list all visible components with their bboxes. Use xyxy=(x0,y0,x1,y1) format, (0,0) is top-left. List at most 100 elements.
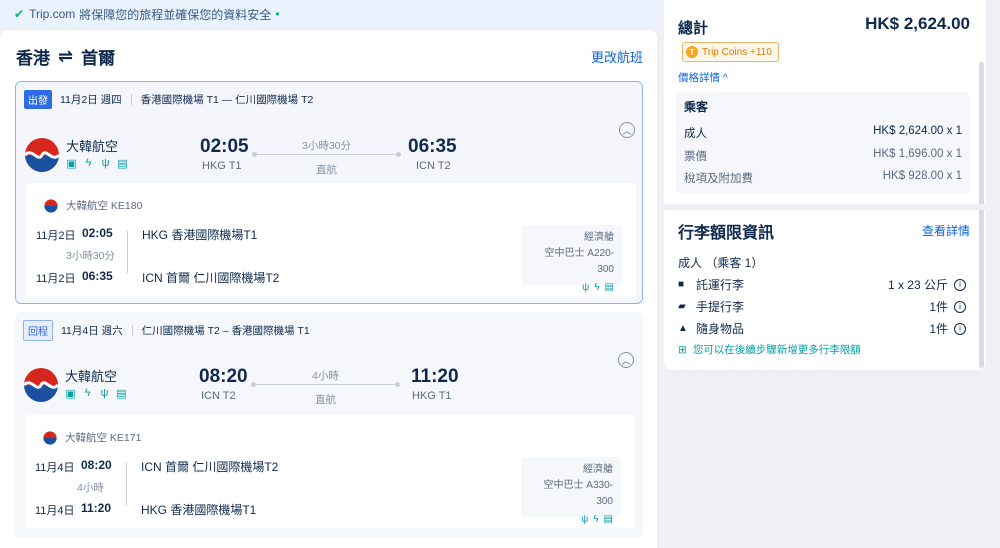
detail-dep-port: HKG 香港國際機場T1 xyxy=(142,228,258,242)
departure-airport: HKG T1 xyxy=(202,160,242,172)
flight-detail: 大韓航空 KE171 11月4日 08:20 ICN 首爾 仁川國際機場T2 4… xyxy=(25,415,635,528)
total-label: 總計 xyxy=(678,20,709,37)
flight-card: 香港 ⇌ 首爾 更改航班 出發 11月2日 週四 香港國際機場 T1 — 仁川國… xyxy=(0,30,657,548)
price-detail-toggle[interactable]: 價格詳情 ^ xyxy=(678,70,728,85)
swap-icon: ⇌ xyxy=(58,46,74,66)
luggage-label: 隨身物品 xyxy=(696,322,745,336)
arrival-time: 06:35 xyxy=(408,136,457,157)
collapse-chevron-icon[interactable]: ︿ xyxy=(618,352,634,368)
itinerary-panel: ✔ Trip.com 將保障您的旅程並確保您的資料安全 • 香港 ⇌ 首爾 更改… xyxy=(0,0,657,548)
detail-arr-date: 11月4日 xyxy=(35,505,75,517)
luggage-icon: ▣ xyxy=(66,158,77,170)
segment-header: 出發 11月2日 週四 香港國際機場 T1 — 仁川國際機場 T2 xyxy=(24,90,313,109)
price-row-fare: 票價 HK$ 1,696.00 x 1 xyxy=(684,148,962,164)
entertainment-icon: ▤ xyxy=(603,514,613,525)
meal-icon: ψ xyxy=(582,282,590,293)
flight-duration: 3小時30分 xyxy=(302,140,352,152)
direct-label: 直航 xyxy=(315,394,336,406)
trip-coins-text: Trip Coins +110 xyxy=(702,46,772,58)
korean-air-logo-icon xyxy=(44,198,58,213)
departure-time: 02:05 xyxy=(200,136,249,157)
direct-label: 直航 xyxy=(316,164,337,176)
entertainment-icon: ▤ xyxy=(604,282,614,293)
power-icon: ϟ xyxy=(594,282,600,293)
power-icon: ϟ xyxy=(84,387,91,399)
luggage-value: 1件 xyxy=(929,300,948,314)
dot-icon: • xyxy=(275,7,280,21)
info-icon[interactable]: i xyxy=(954,322,966,335)
origin-city: 香港 xyxy=(16,49,50,68)
price-row-value: HK$ 2,624.00 x 1 xyxy=(873,125,962,137)
detail-dep-port: ICN 首爾 仁川國際機場T2 xyxy=(141,460,279,474)
luggage-value: 1件 xyxy=(929,322,948,336)
amenities: ▣ ϟ ψ ▤ xyxy=(65,387,127,400)
flight-number: 大韓航空 KE180 xyxy=(66,200,143,212)
detail-dep-date: 11月2日 xyxy=(36,230,76,242)
detail-dep-date: 11月4日 xyxy=(35,462,75,474)
luggage-row-checked: ■ 託運行李 1 x 23 公斤 i xyxy=(678,276,966,293)
cabin-info: 經濟艙 空中巴士 A330-300 ψ ϟ ▤ xyxy=(521,457,621,525)
cabin-class: 經濟艙 xyxy=(584,232,614,243)
luggage-row-personal: ▲ 隨身物品 1件 i xyxy=(678,320,966,337)
detail-arr-port: HKG 香港國際機場T1 xyxy=(141,503,257,517)
cabin-info: 經濟艙 空中巴士 A220-300 ψ ϟ ▤ xyxy=(522,225,622,293)
price-row-label: 稅項及附加費 xyxy=(684,173,753,185)
korean-air-logo-icon xyxy=(24,138,60,172)
detail-airline: 大韓航空 KE180 xyxy=(44,198,142,213)
meal-icon: ψ xyxy=(581,514,589,525)
entertainment-icon: ▤ xyxy=(116,388,127,400)
passenger-price-box: 乘客 成人 HK$ 2,624.00 x 1 票價 HK$ 1,696.00 x… xyxy=(676,92,970,194)
detail-duration: 4小時 xyxy=(77,482,104,494)
shield-check-icon: ✔ xyxy=(14,7,25,21)
flight-duration: 4小時 xyxy=(312,370,339,382)
arrival-time: 11:20 xyxy=(411,366,459,387)
coin-icon: T xyxy=(686,46,698,58)
change-flight-link[interactable]: 更改航班 xyxy=(591,47,643,66)
bag-icon: ▲ xyxy=(678,323,688,334)
price-summary-panel: 總計 HK$ 2,624.00 T Trip Coins +110 價格詳情 ^… xyxy=(664,0,986,370)
price-row-tax: 稅項及附加費 HK$ 928.00 x 1 xyxy=(684,170,962,186)
detail-arr-date: 11月2日 xyxy=(36,273,76,285)
luggage-label: 託運行李 xyxy=(696,278,745,292)
carry-on-icon: ▰ xyxy=(678,301,686,312)
suitcase-icon: ■ xyxy=(678,279,685,290)
price-row-label: 成人 xyxy=(684,128,707,140)
detail-dep-time: 02:05 xyxy=(82,226,113,240)
brand-name: Trip.com xyxy=(29,7,76,21)
airline-name: 大韓航空 xyxy=(65,369,118,384)
arrival-airport: HKG T1 xyxy=(412,390,452,402)
passenger-title: 乘客 xyxy=(684,100,709,114)
power-icon: ϟ xyxy=(593,514,599,525)
scrollbar[interactable] xyxy=(979,62,984,368)
amenities: ▣ ϟ ψ ▤ xyxy=(66,157,128,170)
trip-coins-badge: T Trip Coins +110 xyxy=(682,42,779,62)
aircraft-type: 空中巴士 A220-300 xyxy=(544,248,614,275)
segment-airports: 香港國際機場 T1 — 仁川國際機場 T2 xyxy=(140,94,314,106)
price-row-adult: 成人 HK$ 2,624.00 x 1 xyxy=(684,125,962,141)
airline-name: 大韓航空 xyxy=(66,139,119,154)
meal-icon: ψ xyxy=(101,157,110,169)
flight-detail: 大韓航空 KE180 11月2日 02:05 HKG 香港國際機場T1 3小時3… xyxy=(26,183,636,297)
luggage-passenger: 成人 （乘客 1） xyxy=(678,256,764,270)
segment-header: 回程 11月4日 週六 仁川國際機場 T2 – 香港國際機場 T1 xyxy=(23,320,310,341)
add-luggage-text: 您可以在後續步驟新增更多行李限額 xyxy=(692,344,861,356)
route-line xyxy=(251,382,400,387)
power-icon: ϟ xyxy=(85,157,92,169)
luggage-details-link[interactable]: 查看詳情 xyxy=(922,222,970,239)
security-banner: ✔ Trip.com 將保障您的旅程並確保您的資料安全 • xyxy=(0,0,657,28)
add-luggage-note: ⊞ 您可以在後續步驟新增更多行李限額 xyxy=(678,342,861,357)
collapse-chevron-icon[interactable]: ︿ xyxy=(619,122,635,138)
section-divider xyxy=(664,204,986,210)
info-icon[interactable]: i xyxy=(954,278,966,291)
arrival-airport: ICN T2 xyxy=(416,160,451,172)
cabin-class: 經濟艙 xyxy=(583,464,613,475)
price-row-label: 票價 xyxy=(684,151,707,163)
korean-air-logo-icon xyxy=(23,368,59,402)
outbound-segment: 出發 11月2日 週四 香港國際機場 T1 — 仁川國際機場 T2 大韓航空 ▣… xyxy=(15,81,643,304)
luggage-row-carryon: ▰ 手提行李 1件 i xyxy=(678,298,966,315)
detail-airline: 大韓航空 KE171 xyxy=(43,430,141,445)
detail-arr-time: 06:35 xyxy=(82,269,113,283)
entertainment-icon: ▤ xyxy=(117,158,128,170)
info-icon[interactable]: i xyxy=(954,300,966,313)
detail-dep-time: 08:20 xyxy=(81,458,112,472)
